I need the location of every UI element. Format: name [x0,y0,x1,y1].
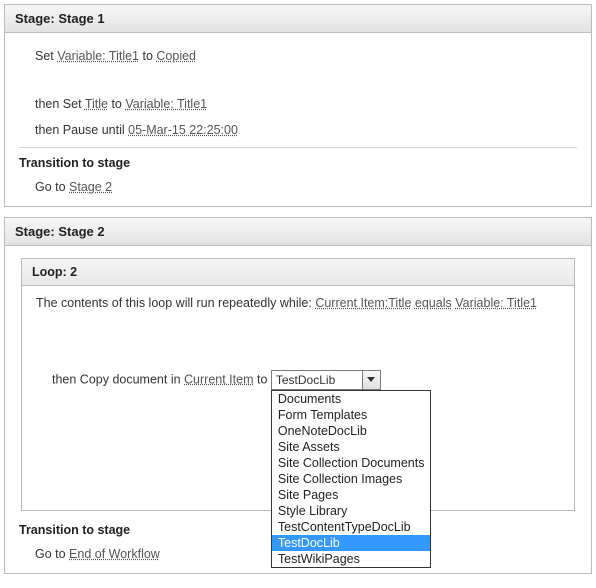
link-current-item[interactable]: Current Item [184,372,253,386]
action-goto: Go to Stage 2 [19,174,577,200]
dropdown-item[interactable]: TestDocLib [272,535,430,551]
text: then Copy document in [52,372,184,386]
dropdown-item[interactable]: OneNoteDocLib [272,423,430,439]
dropdown-item[interactable]: Site Collection Documents [272,455,430,471]
dropdown-item[interactable]: Site Collection Images [272,471,430,487]
text: The contents of this loop will run repea… [36,296,315,310]
link-current-item-title[interactable]: Current Item:Title [315,296,411,310]
action-copy-document: then Copy document in Current Item to Te… [36,310,560,490]
text: then Pause until [35,123,128,137]
stage-1-body: Set Variable: Title1 to Copied then Set … [5,33,591,206]
stage-1: Stage: Stage 1 Set Variable: Title1 to C… [4,4,592,207]
text: Go to [35,180,69,194]
chevron-down-icon[interactable] [362,371,380,389]
dropdown-item[interactable]: Form Templates [272,407,430,423]
text: Set [35,49,57,63]
combobox-value: TestDocLib [272,371,362,389]
link-variable-title1[interactable]: Variable: Title1 [57,49,139,63]
loop-2-body: The contents of this loop will run repea… [22,286,574,510]
destination-dropdown[interactable]: DocumentsForm TemplatesOneNoteDocLibSite… [271,390,431,568]
loop-condition: The contents of this loop will run repea… [36,296,560,310]
dropdown-item[interactable]: Style Library [272,503,430,519]
text: then Set [35,97,85,111]
stage-2-header: Stage: Stage 2 [5,218,591,246]
dropdown-item[interactable]: Documents [272,391,430,407]
action-set-variable: Set Variable: Title1 to Copied [19,43,577,69]
text: to [139,49,156,63]
text: Go to [35,547,69,561]
dropdown-item[interactable]: TestWikiPages [272,551,430,567]
dropdown-item[interactable]: Site Pages [272,487,430,503]
stage-1-header: Stage: Stage 1 [5,5,591,33]
link-value-copied[interactable]: Copied [156,49,196,63]
action-set-title: then Set Title to Variable: Title1 [19,69,577,117]
text: to [254,372,271,386]
dropdown-item[interactable]: Site Assets [272,439,430,455]
separator [19,147,577,148]
link-end-of-workflow[interactable]: End of Workflow [69,547,160,561]
dropdown-item[interactable]: TestContentTypeDocLib [272,519,430,535]
link-pause-date[interactable]: 05-Mar-15 22:25:00 [128,123,238,137]
loop-2: Loop: 2 The contents of this loop will r… [21,258,575,511]
stage-2: Stage: Stage 2 Loop: 2 The contents of t… [4,217,592,574]
link-goto-stage2[interactable]: Stage 2 [69,180,112,194]
destination-combo-wrap: TestDocLib DocumentsForm TemplatesOneNot… [271,370,381,390]
action-pause-until: then Pause until 05-Mar-15 22:25:00 [19,117,577,143]
link-operator-equals[interactable]: equals [415,296,452,310]
link-variable-title1[interactable]: Variable: Title1 [455,296,537,310]
link-variable-title1[interactable]: Variable: Title1 [125,97,207,111]
transition-label: Transition to stage [19,154,577,174]
stage-2-body: Loop: 2 The contents of this loop will r… [5,246,591,573]
text: to [108,97,125,111]
destination-combobox[interactable]: TestDocLib [271,370,381,390]
loop-2-header: Loop: 2 [22,259,574,286]
link-title-field[interactable]: Title [85,97,108,111]
